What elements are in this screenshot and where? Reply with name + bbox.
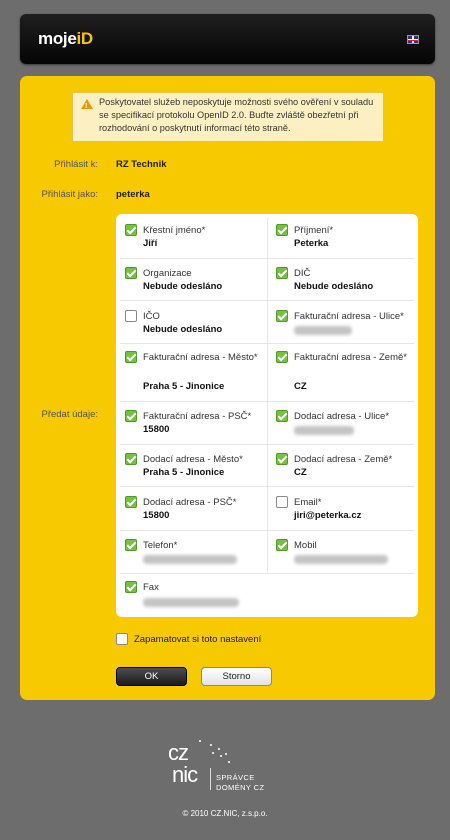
copyright: © 2010 CZ.NIC, z.s.p.o.	[182, 809, 268, 818]
logo-nic: nic	[172, 762, 198, 787]
field-delivery-city-checkbox[interactable]	[125, 453, 137, 465]
caption-line: DOMÉNY CZ	[216, 783, 265, 792]
field-label: Křestní jméno*	[143, 225, 206, 236]
redacted-value	[294, 555, 388, 564]
warning-text: Poskytovatel služeb neposkytuje možnosti…	[99, 97, 374, 133]
caption-line: SPRÁVCE	[216, 773, 255, 782]
redacted-value	[143, 555, 237, 564]
field-organization-checkbox[interactable]	[125, 267, 137, 279]
field-ico-checkbox[interactable]	[125, 310, 137, 322]
field-first-name-checkbox[interactable]	[125, 224, 137, 236]
field-value: 15800	[143, 424, 170, 435]
login-as-value: peterka	[116, 189, 150, 200]
remember-checkbox[interactable]	[116, 633, 128, 645]
field-value: Praha 5 - Jinonice	[143, 467, 225, 478]
field-email-checkbox[interactable]	[276, 496, 288, 508]
field-delivery-zip-checkbox[interactable]	[125, 496, 137, 508]
redacted-value	[294, 426, 354, 435]
field-billing-street-checkbox[interactable]	[276, 310, 288, 322]
field-delivery-street-checkbox[interactable]	[276, 410, 288, 422]
field-billing-zip-checkbox[interactable]	[125, 410, 137, 422]
field-value: Peterka	[294, 238, 329, 249]
field-dic-checkbox[interactable]	[276, 267, 288, 279]
field-label: Dodací adresa - PSČ*	[143, 497, 237, 508]
field-fax-checkbox[interactable]	[125, 581, 137, 593]
field-label: Email*	[294, 497, 322, 508]
logo-text: moje	[38, 29, 77, 48]
field-value: Nebude odesláno	[294, 281, 374, 292]
field-mobile-checkbox[interactable]	[276, 539, 288, 551]
field-label: Fakturační adresa - Země*	[294, 352, 407, 363]
redacted-value	[294, 326, 352, 335]
logo-id: iD	[76, 29, 93, 48]
registry-caption: SPRÁVCE DOMÉNY CZ	[216, 773, 264, 793]
warning-icon	[81, 99, 93, 113]
field-value: 15800	[143, 510, 170, 521]
uk-flag-icon[interactable]	[407, 35, 419, 44]
field-value: Nebude odesláno	[143, 324, 223, 335]
field-label: Fakturační adresa - Ulice*	[294, 311, 404, 322]
field-value: CZ	[294, 381, 307, 392]
field-label: Organizace	[143, 268, 192, 279]
field-label: IČO	[143, 311, 160, 322]
field-label: Fakturační adresa - PSČ*	[143, 411, 252, 422]
cancel-button[interactable]: Storno	[201, 667, 272, 686]
field-value: Nebude odesláno	[143, 281, 223, 292]
field-label: Dodací adresa - Země*	[294, 454, 393, 465]
field-label: Fakturační adresa - Město*	[143, 352, 258, 363]
openid-warning: Poskytovatel služeb neposkytuje možnosti…	[72, 92, 384, 142]
field-label: Příjmení*	[294, 225, 334, 236]
field-value: jiri@peterka.cz	[294, 510, 362, 521]
field-value: Praha 5 - Jinonice	[143, 381, 225, 392]
field-label: Dodací adresa - Ulice*	[294, 411, 390, 422]
field-label: Dodací adresa - Město*	[143, 454, 243, 465]
cznic-logo[interactable]: cz nic SPRÁVCE DOMÉNY CZ	[168, 740, 298, 795]
field-value: Jiří	[143, 238, 158, 249]
field-billing-city-checkbox[interactable]	[125, 351, 137, 363]
top-bar: moje iD	[20, 14, 435, 64]
field-delivery-country-checkbox[interactable]	[276, 453, 288, 465]
redacted-value	[143, 598, 239, 607]
login-to-value: RZ Technik	[116, 159, 167, 170]
field-billing-country-checkbox[interactable]	[276, 351, 288, 363]
ok-button[interactable]: OK	[116, 667, 187, 686]
remember-label: Zapamatovat si toto nastavení	[134, 634, 262, 645]
field-phone-checkbox[interactable]	[125, 539, 137, 551]
login-as-label: Přihlásit jako:	[41, 189, 99, 200]
mojeid-logo[interactable]: moje iD	[38, 28, 93, 50]
field-label: DIČ	[294, 268, 311, 279]
login-to-label: Přihlásit k:	[54, 159, 98, 170]
attributes-grid: Křestní jméno* Jiří Příjmení* Peterka Or…	[116, 214, 418, 617]
consent-card: Poskytovatel služeb neposkytuje možnosti…	[20, 76, 435, 700]
share-data-label: Předat údaje:	[41, 409, 98, 420]
field-label: Telefon*	[143, 540, 178, 551]
field-value: CZ	[294, 467, 307, 478]
field-label: Mobil	[294, 540, 317, 551]
field-last-name-checkbox[interactable]	[276, 224, 288, 236]
field-label: Fax	[143, 582, 159, 593]
